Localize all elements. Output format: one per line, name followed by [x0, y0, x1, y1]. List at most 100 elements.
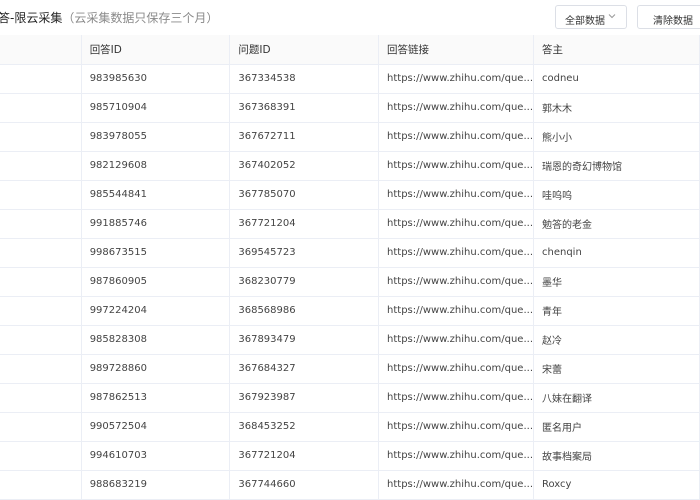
cell-answer-link[interactable]: https://www.zhihu.com/que... [378, 64, 534, 94]
table-row[interactable]: 987862513 367923987 https://www.zhihu.com/… [0, 383, 700, 413]
table-header: 回答ID 问题ID 回答链接 答主 [0, 35, 700, 65]
cell-answer-link[interactable]: https://www.zhihu.com/que... [378, 296, 534, 326]
cell-author: 青年 [533, 296, 700, 326]
table-row[interactable]: 991885746 367721204 https://www.zhihu.com/… [0, 209, 700, 239]
cell-answer-id: 997224204 [81, 296, 231, 326]
cell-answer-id: 983978055 [81, 122, 231, 152]
table-row[interactable]: 985544841 367785070 https://www.zhihu.com/… [0, 180, 700, 210]
table-row[interactable]: 994610703 367721204 https://www.zhihu.com/… [0, 441, 700, 471]
cell-row-index [0, 64, 82, 94]
cell-question-id: 367893479 [229, 325, 380, 355]
cell-author: chenqin [533, 238, 700, 268]
cell-row-index [0, 441, 82, 471]
cell-answer-id: 991885746 [81, 209, 231, 239]
cell-author: 八妹在翻译 [533, 383, 700, 413]
cell-author: 墨华 [533, 267, 700, 297]
table-row[interactable]: 983985630 367334538 https://www.zhihu.com/… [0, 64, 700, 94]
cell-answer-id: 982129608 [81, 151, 231, 181]
cell-question-id: 367672711 [229, 122, 380, 152]
data-filter-value: 全部数据 [565, 16, 605, 27]
cell-row-index [0, 412, 82, 442]
table-row[interactable]: 985710904 367368391 https://www.zhihu.com/… [0, 93, 700, 123]
chevron-down-icon [608, 14, 616, 19]
cell-row-index [0, 325, 82, 355]
cell-answer-link[interactable]: https://www.zhihu.com/que... [378, 354, 534, 384]
cell-row-index [0, 470, 82, 500]
cell-answer-link[interactable]: https://www.zhihu.com/que... [378, 325, 534, 355]
cell-author: Roxcy [533, 470, 700, 500]
cell-author: 匿名用户 [533, 412, 700, 442]
cell-question-id: 369545723 [229, 238, 380, 268]
table-row[interactable]: 998673515 369545723 https://www.zhihu.com/… [0, 238, 700, 268]
cell-answer-id: 987860905 [81, 267, 231, 297]
cell-answer-link[interactable]: https://www.zhihu.com/que... [378, 470, 534, 500]
cell-author: 熊小小 [533, 122, 700, 152]
column-header-answer-id: 回答ID [81, 35, 231, 65]
cell-question-id: 367744660 [229, 470, 380, 500]
cell-question-id: 367721204 [229, 209, 380, 239]
clear-data-button[interactable]: 清除数据 [637, 5, 700, 29]
cell-row-index [0, 354, 82, 384]
cell-author: 赵冷 [533, 325, 700, 355]
data-filter-select[interactable]: 全部数据 [555, 5, 627, 29]
cell-question-id: 367721204 [229, 441, 380, 471]
cell-answer-id: 989728860 [81, 354, 231, 384]
cell-answer-id: 985544841 [81, 180, 231, 210]
column-header-question-id: 问题ID [229, 35, 380, 65]
table-row[interactable]: 989728860 367684327 https://www.zhihu.com/… [0, 354, 700, 384]
cell-answer-link[interactable]: https://www.zhihu.com/que... [378, 238, 534, 268]
cell-question-id: 368230779 [229, 267, 380, 297]
cell-author: 哇呜呜 [533, 180, 700, 210]
table-row[interactable]: 985828308 367893479 https://www.zhihu.com/… [0, 325, 700, 355]
data-table: 回答ID 问题ID 回答链接 答主 983985630 367334538 https:/… [0, 35, 700, 500]
table-row[interactable]: 982129608 367402052 https://www.zhihu.com/… [0, 151, 700, 181]
cell-row-index [0, 180, 82, 210]
cell-answer-link[interactable]: https://www.zhihu.com/que... [378, 383, 534, 413]
cell-author: 勉答的老金 [533, 209, 700, 239]
cell-answer-id: 983985630 [81, 64, 231, 94]
cell-author: 故事档案局 [533, 441, 700, 471]
cell-row-index [0, 209, 82, 239]
cell-answer-link[interactable]: https://www.zhihu.com/que... [378, 93, 534, 123]
cell-answer-link[interactable]: https://www.zhihu.com/que... [378, 122, 534, 152]
cell-answer-link[interactable]: https://www.zhihu.com/que... [378, 180, 534, 210]
table-row[interactable]: 988683219 367744660 https://www.zhihu.com/… [0, 470, 700, 500]
column-header-row-index [0, 35, 82, 65]
cell-answer-link[interactable]: https://www.zhihu.com/que... [378, 209, 534, 239]
cell-answer-id: 985828308 [81, 325, 231, 355]
cell-row-index [0, 93, 82, 123]
cell-row-index [0, 296, 82, 326]
cell-question-id: 368568986 [229, 296, 380, 326]
cell-answer-id: 987862513 [81, 383, 231, 413]
table-row[interactable]: 990572504 368453252 https://www.zhihu.com/… [0, 412, 700, 442]
cell-answer-id: 990572504 [81, 412, 231, 442]
cell-answer-id: 994610703 [81, 441, 231, 471]
cell-question-id: 367923987 [229, 383, 380, 413]
page-subtitle: （云采集数据只保存三个月） [62, 11, 219, 25]
table-body: 983985630 367334538 https://www.zhihu.com/… [0, 64, 700, 500]
cell-row-index [0, 122, 82, 152]
cell-question-id: 367684327 [229, 354, 380, 384]
cell-question-id: 367402052 [229, 151, 380, 181]
cell-question-id: 367368391 [229, 93, 380, 123]
table-row[interactable]: 997224204 368568986 https://www.zhihu.com/… [0, 296, 700, 326]
cell-answer-link[interactable]: https://www.zhihu.com/que... [378, 441, 534, 471]
table-header-row: 回答ID 问题ID 回答链接 答主 [0, 35, 700, 65]
cell-answer-link[interactable]: https://www.zhihu.com/que... [378, 267, 534, 297]
table-row[interactable]: 987860905 368230779 https://www.zhihu.com/… [0, 267, 700, 297]
table-row[interactable]: 983978055 367672711 https://www.zhihu.com/… [0, 122, 700, 152]
column-header-author: 答主 [533, 35, 700, 65]
cell-answer-link[interactable]: https://www.zhihu.com/que... [378, 151, 534, 181]
page-title-text: 答-限云采集 [0, 11, 63, 25]
cell-answer-id: 985710904 [81, 93, 231, 123]
page-title: 答-限云采集（云采集数据只保存三个月） [0, 9, 218, 26]
cell-answer-link[interactable]: https://www.zhihu.com/que... [378, 412, 534, 442]
cell-row-index [0, 383, 82, 413]
cell-question-id: 367334538 [229, 64, 380, 94]
cell-row-index [0, 238, 82, 268]
clear-data-label: 清除数据 [653, 16, 693, 27]
cell-author: 郭木木 [533, 93, 700, 123]
cell-answer-id: 998673515 [81, 238, 231, 268]
cell-author: 宋蕾 [533, 354, 700, 384]
cell-question-id: 367785070 [229, 180, 380, 210]
